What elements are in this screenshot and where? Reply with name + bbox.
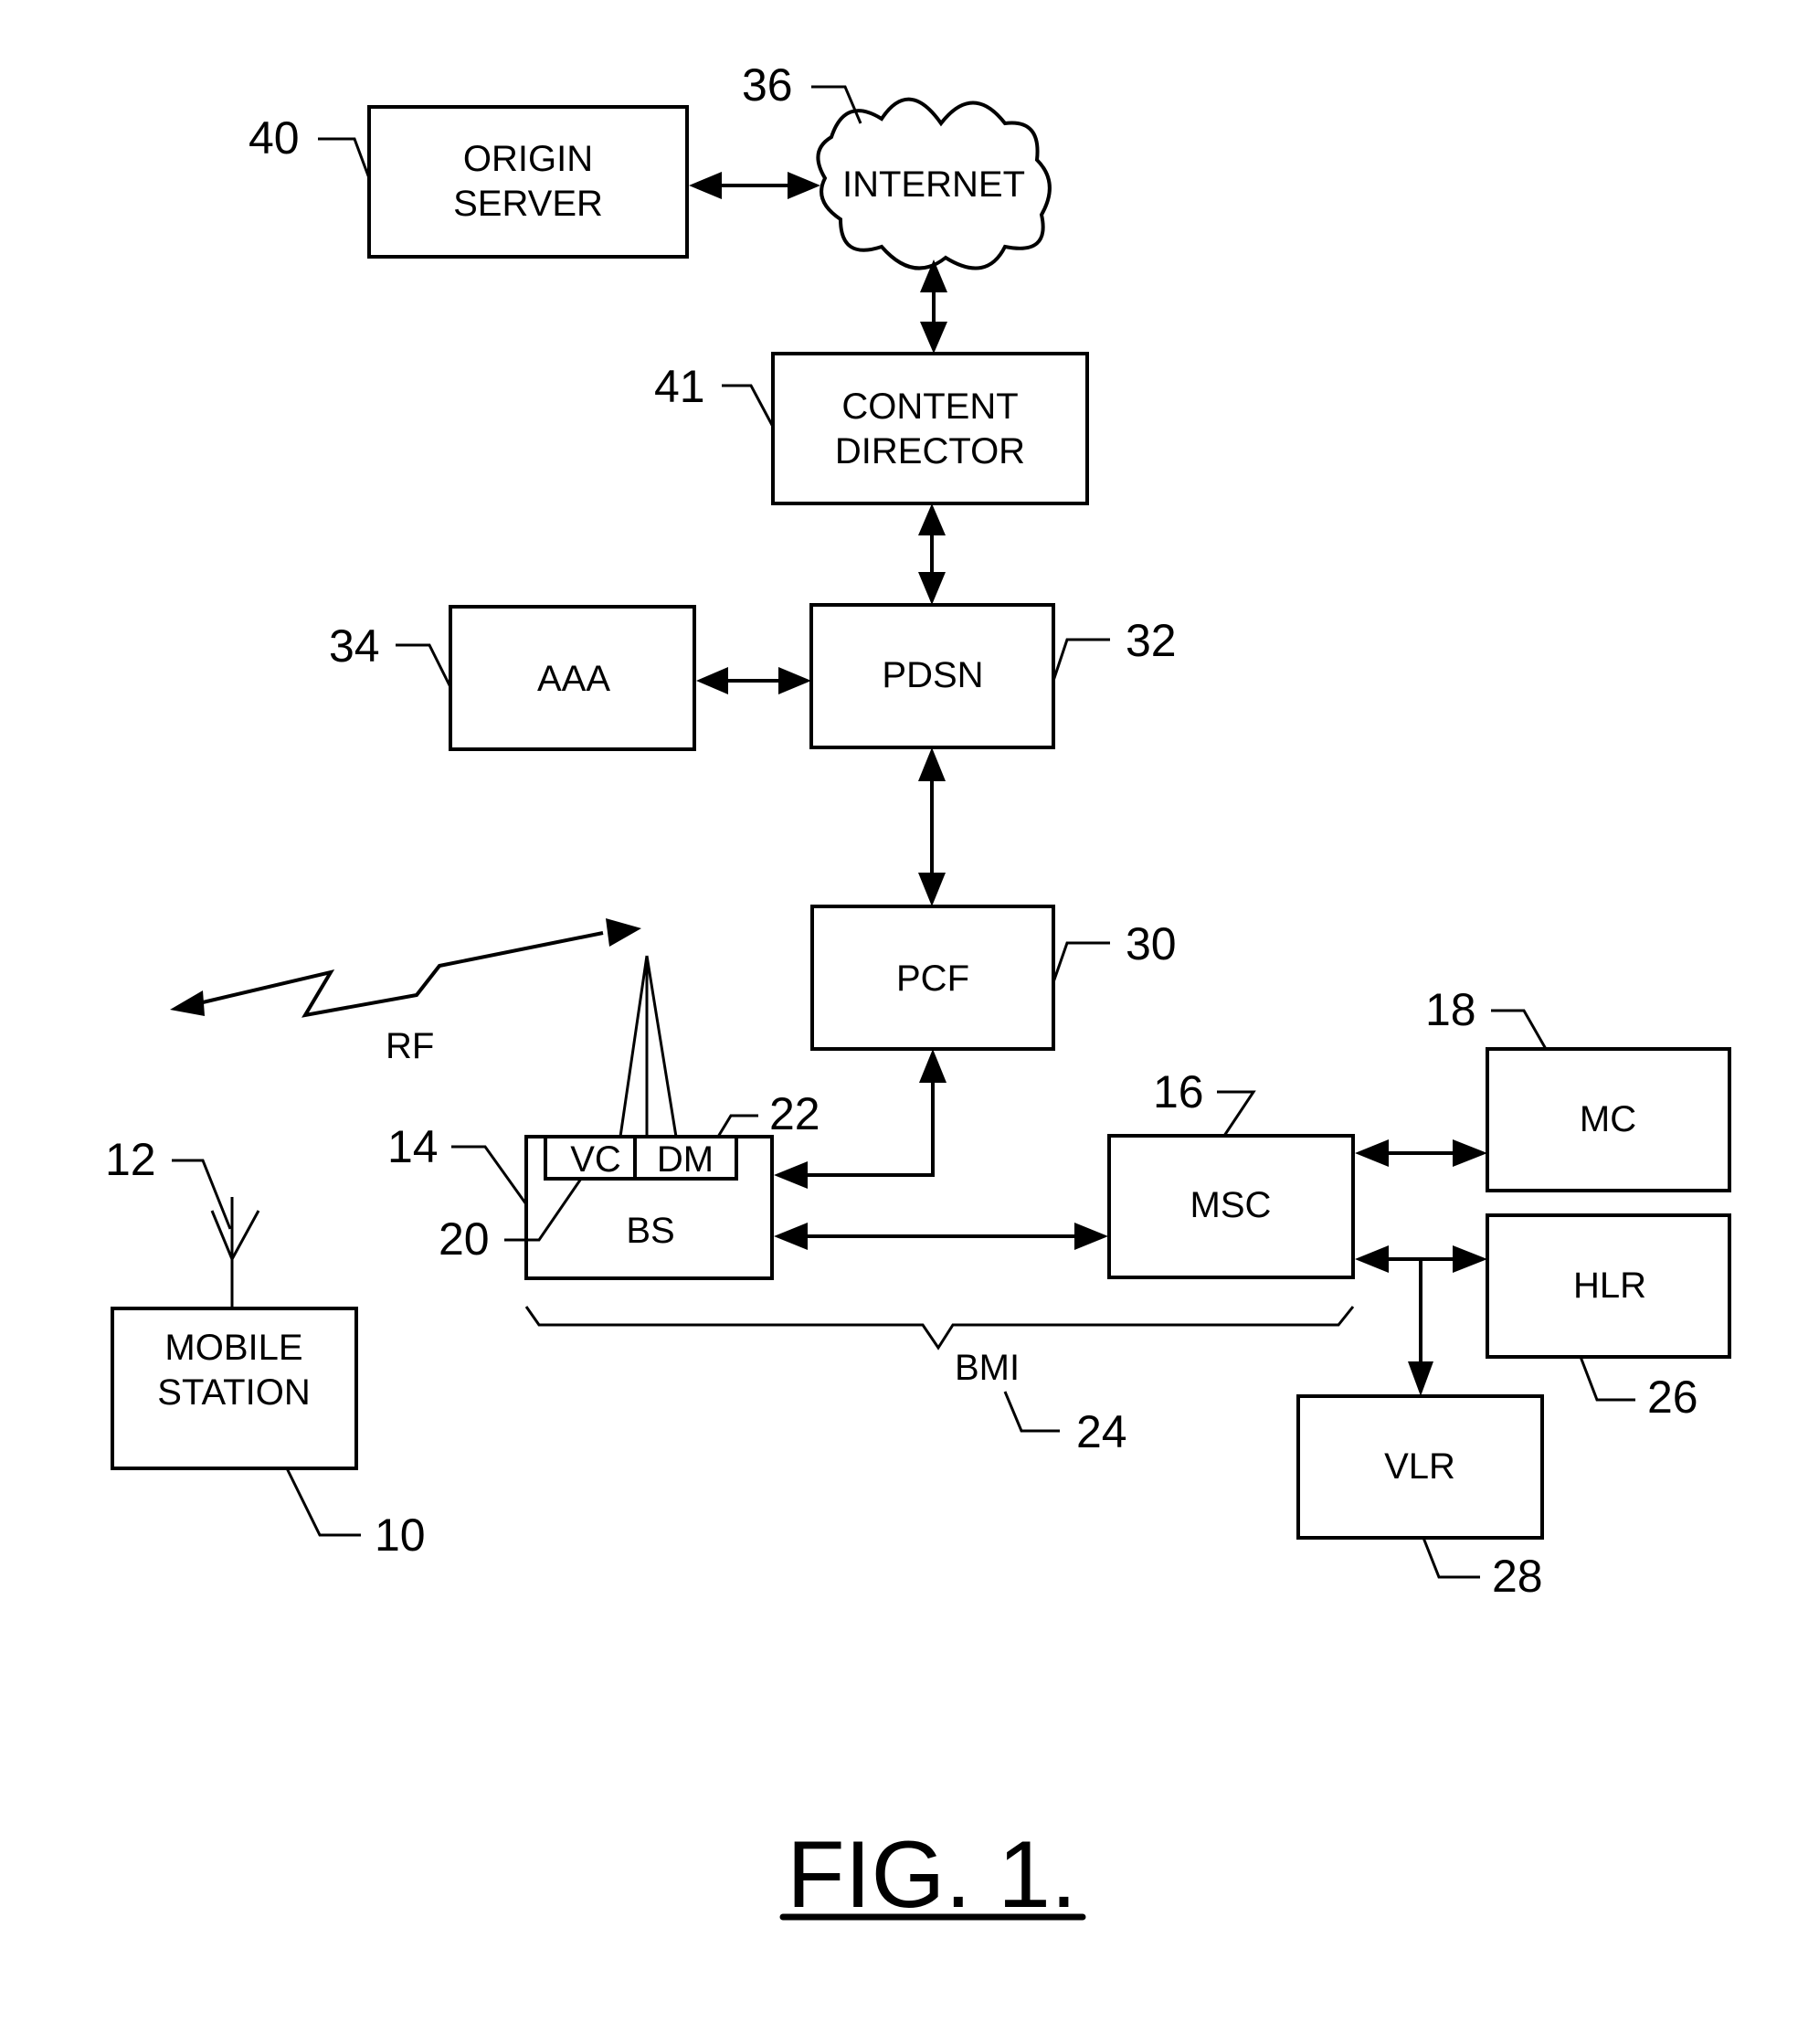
- bmi-bracket: [524, 1306, 1355, 1350]
- mobile-station-node: MOBILE STATION 10: [111, 1307, 426, 1561]
- internet-content-director-arrow: [920, 259, 947, 354]
- mc-leader: [1491, 1009, 1548, 1050]
- ms-antenna-leader: [172, 1159, 232, 1230]
- dm-label: DM: [657, 1139, 714, 1180]
- mobile-antenna-icon: 12: [105, 1134, 260, 1308]
- hlr-vlr-branch-arrow: [1408, 1259, 1433, 1396]
- origin-internet-arrow: [689, 172, 820, 199]
- vlr-leader: [1422, 1537, 1480, 1579]
- vc-label: VC: [570, 1139, 621, 1180]
- bmi-ref: 24: [1076, 1406, 1127, 1457]
- bs-msc-arrow: [774, 1223, 1108, 1250]
- content-director-node: CONTENT DIRECTOR 41: [654, 352, 1089, 505]
- figure-caption: FIG. 1.: [779, 1822, 1086, 1928]
- aaa-leader: [396, 643, 452, 688]
- internet-leader: [811, 85, 862, 124]
- dm-leader: [716, 1114, 758, 1138]
- msc-mc-arrow: [1355, 1139, 1487, 1167]
- msc-leader: [1217, 1090, 1256, 1137]
- figure-caption-text: FIG. 1.: [787, 1822, 1077, 1928]
- vlr-ref: 28: [1492, 1551, 1543, 1602]
- bmi-brace: BMI 24: [524, 1306, 1355, 1457]
- origin-server-label-line2: SERVER: [453, 184, 603, 224]
- arrowhead-left: [689, 172, 722, 199]
- content-director-leader: [722, 384, 775, 428]
- pdsn-pcf-arrow: [918, 747, 946, 906]
- bs-label: BS: [626, 1211, 674, 1251]
- content-director-pdsn-arrow: [918, 503, 946, 605]
- pdsn-ref: 32: [1126, 615, 1177, 666]
- content-director-label-line1: CONTENT: [841, 387, 1018, 427]
- hlr-leader: [1579, 1356, 1635, 1402]
- rf-label: RF: [386, 1026, 434, 1066]
- aaa-pdsn-arrow: [696, 667, 811, 694]
- internet-node: INTERNET 36: [742, 59, 1052, 270]
- rf-link: RF: [170, 918, 641, 1066]
- mc-label: MC: [1580, 1099, 1636, 1139]
- pdsn-node: PDSN 32: [809, 603, 1177, 749]
- internet-label: INTERNET: [842, 164, 1025, 205]
- ms-antenna-ref: 12: [105, 1134, 156, 1185]
- mobile-station-label-line1: MOBILE: [164, 1328, 302, 1368]
- rf-arrowhead-right: [606, 918, 641, 947]
- msc-ref: 16: [1153, 1066, 1204, 1117]
- bs-leader: [451, 1145, 528, 1205]
- origin-server-label-line1: ORIGIN: [463, 139, 593, 179]
- rf-arrowhead-left: [170, 990, 205, 1016]
- vc-ref: 20: [439, 1213, 490, 1265]
- aaa-node: AAA 34: [329, 605, 696, 751]
- origin-server-leader: [318, 137, 371, 179]
- pcf-node: PCF 30: [810, 905, 1177, 1051]
- arrowhead-right: [788, 172, 820, 199]
- pdsn-label: PDSN: [882, 655, 983, 695]
- bs-ref: 14: [387, 1121, 439, 1172]
- mobile-station-label-line2: STATION: [157, 1372, 310, 1413]
- pdsn-leader: [1052, 638, 1110, 682]
- pcf-leader: [1052, 941, 1110, 983]
- origin-server-box: [367, 105, 689, 259]
- bmi-label: BMI: [955, 1348, 1020, 1388]
- hlr-label: HLR: [1573, 1266, 1646, 1306]
- rf-zigzag: [202, 931, 604, 1018]
- network-diagram: ORIGIN SERVER 40 INTERNET 36 CONTENT DIR…: [105, 59, 1731, 1928]
- vlr-node: VLR 28: [1296, 1394, 1544, 1602]
- content-director-ref: 41: [654, 361, 705, 412]
- bs-node: VC DM BS 14 20 22: [387, 1088, 820, 1280]
- hlr-ref: 26: [1647, 1371, 1698, 1423]
- origin-server-ref: 40: [249, 112, 300, 164]
- dm-ref: 22: [769, 1088, 820, 1139]
- aaa-ref: 34: [329, 620, 380, 672]
- mobile-station-ref: 10: [375, 1509, 426, 1561]
- content-director-label-line2: DIRECTOR: [835, 431, 1025, 471]
- internet-ref: 36: [742, 59, 793, 111]
- pcf-label: PCF: [896, 958, 969, 999]
- bmi-leader: [1003, 1391, 1060, 1433]
- aaa-label: AAA: [537, 659, 610, 699]
- vlr-label: VLR: [1384, 1446, 1455, 1487]
- mobile-station-leader: [285, 1467, 361, 1537]
- mc-ref: 18: [1425, 984, 1476, 1035]
- hlr-node: HLR 26: [1486, 1213, 1731, 1423]
- msc-label: MSC: [1190, 1185, 1272, 1225]
- origin-server-node: ORIGIN SERVER 40: [249, 105, 689, 259]
- bs-antenna-icon: [619, 955, 678, 1138]
- content-director-box: [771, 352, 1089, 505]
- pcf-ref: 30: [1126, 918, 1177, 969]
- msc-node: MSC 16: [1107, 1066, 1355, 1279]
